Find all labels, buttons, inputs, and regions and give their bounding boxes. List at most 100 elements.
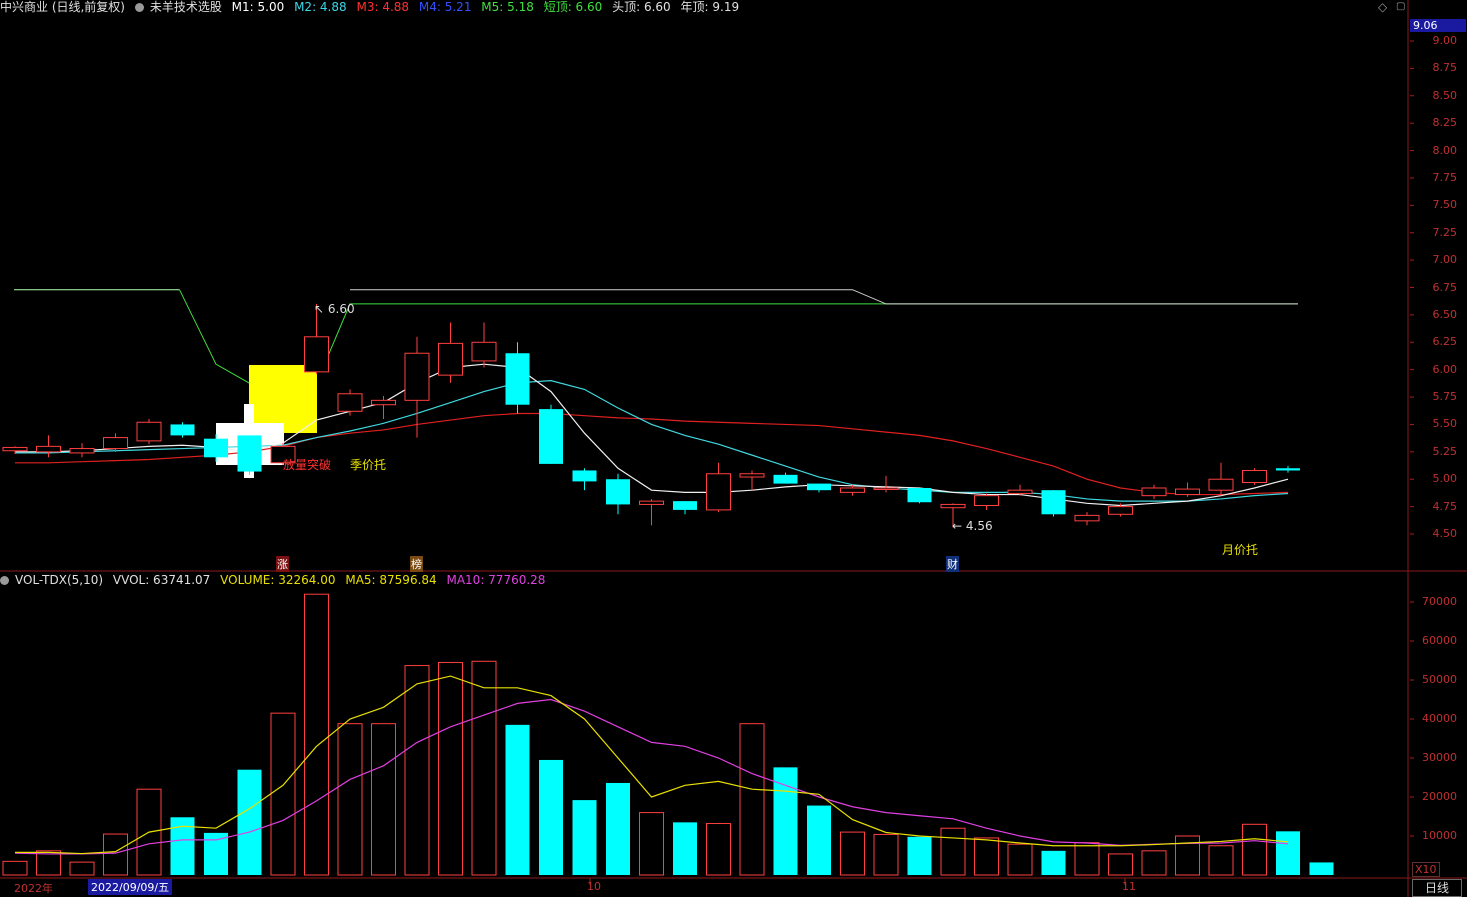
candle-body	[606, 479, 630, 505]
breakout-signal: 放量突破	[283, 458, 332, 472]
short-top-value: 短顶: 6.60	[543, 0, 603, 14]
candle-body	[1007, 489, 1033, 494]
season-support-signal: 季价托	[350, 458, 387, 472]
candle-body	[1276, 468, 1300, 471]
kline-chart[interactable]	[0, 0, 1467, 897]
volume-toggle-icon[interactable]	[0, 576, 9, 585]
volume-axis-label: 20000	[1422, 790, 1457, 803]
volume-indicator-name[interactable]: VOL-TDX(5,10)	[15, 573, 103, 587]
volume-bar	[337, 723, 363, 876]
volume-bar	[1208, 845, 1234, 876]
volume-bar	[404, 665, 430, 876]
price-axis-label: 5.75	[1432, 390, 1458, 404]
volume-bar	[304, 593, 329, 876]
price-axis-label: 6.75	[1432, 280, 1458, 294]
candle-body	[572, 470, 597, 482]
volume-axis-label: 70000	[1422, 595, 1457, 608]
price-axis-label: 4.50	[1432, 527, 1458, 540]
period-button[interactable]: 日线	[1412, 879, 1462, 897]
price-axis-label: 7.50	[1432, 198, 1458, 212]
volume-bar	[237, 769, 262, 875]
high-label: ↖ 6.60	[314, 302, 355, 316]
volume-bar	[974, 837, 999, 876]
volume-bar	[471, 660, 497, 876]
volume-axis-label: 30000	[1422, 751, 1457, 764]
candle-body	[639, 500, 664, 505]
cai-marker[interactable]: 财	[946, 556, 959, 572]
candle-body	[505, 353, 530, 405]
bang-marker[interactable]: 榜	[410, 556, 423, 572]
candle-body	[1141, 487, 1167, 497]
m2-value: M2: 4.88	[294, 0, 347, 14]
ma5-value: MA5: 87596.84	[345, 573, 437, 587]
candle-body	[940, 503, 966, 509]
candle-body	[1074, 514, 1100, 522]
low-label: ← 4.56	[952, 519, 993, 533]
m3-value: M3: 4.88	[356, 0, 410, 14]
price-axis-label: 8.25	[1432, 116, 1458, 130]
candle-body	[1242, 469, 1267, 484]
head-top-line	[324, 303, 1298, 365]
price-axis-label: 5.25	[1432, 444, 1458, 458]
indicator-toggle-icon[interactable]	[134, 3, 144, 12]
candle-body	[706, 473, 731, 511]
volume-bar	[539, 759, 563, 875]
candle-body	[1108, 506, 1133, 515]
year-label: 2022年	[14, 882, 53, 895]
volume-bar	[873, 833, 899, 876]
volume-axis-label: 10000	[1422, 829, 1457, 842]
expand-icon[interactable]: ▢	[1396, 1, 1405, 12]
indicator-name[interactable]: 未羊技术选股	[150, 0, 222, 14]
volume-header: VOL-TDX(5,10) VVOL: 63741.07 VOLUME: 322…	[0, 572, 1408, 588]
volume-bar	[1074, 842, 1100, 876]
candle-body	[739, 473, 765, 478]
candle-body	[69, 448, 95, 454]
nov-label: 11	[1122, 880, 1136, 893]
resistance-line	[350, 289, 1298, 305]
candle-body	[974, 495, 999, 507]
volume-bar	[438, 661, 463, 876]
zhang-marker[interactable]: 涨	[276, 556, 289, 572]
candle-body	[136, 421, 162, 442]
volume-bar	[2, 860, 28, 876]
price-axis-label: 8.50	[1432, 88, 1458, 102]
candle-body	[907, 487, 932, 503]
volume-bar	[606, 782, 630, 875]
candle-body	[1208, 478, 1234, 491]
volume-multiplier: X10	[1412, 862, 1440, 877]
candle-body	[371, 399, 396, 406]
volume-axis-label: 60000	[1422, 634, 1457, 647]
volume-bar	[103, 833, 128, 876]
price-axis-label: 6.25	[1432, 335, 1458, 349]
volume-bar	[1242, 823, 1267, 876]
volume-bar	[1041, 850, 1066, 875]
volume-bar	[505, 724, 530, 875]
price-axis-label: 5.00	[1432, 472, 1458, 486]
volume-bar	[572, 800, 597, 875]
volume-bar	[1175, 835, 1200, 876]
volume-bar	[840, 831, 865, 876]
candle-body	[807, 483, 831, 491]
ma10-value: MA10: 77760.28	[446, 573, 546, 587]
candle-body	[337, 393, 363, 412]
chart-header: 中兴商业 (日线,前复权) 未羊技术选股 M1: 5.00 M2: 4.88 M…	[0, 0, 1408, 16]
volume-bar	[639, 812, 664, 876]
signal-box-yellow	[249, 365, 317, 433]
volume-bar	[940, 827, 966, 876]
candle-body	[471, 341, 497, 362]
volume-axis-label: 50000	[1422, 673, 1457, 686]
price-axis-label: 7.00	[1432, 253, 1458, 267]
price-axis-label: 7.75	[1432, 170, 1458, 184]
candle-body	[673, 501, 697, 510]
diamond-icon[interactable]: ◇	[1378, 0, 1387, 14]
price-axis-label: 6.50	[1432, 307, 1458, 321]
ma-white-line	[15, 363, 1289, 507]
month-support-signal: 月价托	[1222, 543, 1259, 557]
year-top-value: 年顶: 9.19	[680, 0, 740, 14]
oct-label: 10	[587, 880, 601, 893]
candle-body	[873, 487, 899, 490]
head-top-value: 头顶: 6.60	[612, 0, 671, 14]
stock-title[interactable]: 中兴商业 (日线,前复权)	[0, 0, 125, 14]
volume-bar	[69, 861, 95, 876]
volume-bar	[1108, 853, 1133, 876]
